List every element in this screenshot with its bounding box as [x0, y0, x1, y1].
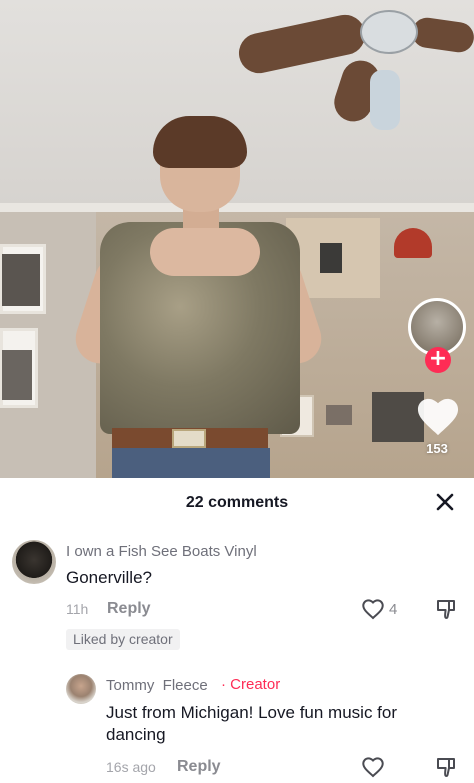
comment-like-count: 4: [389, 601, 398, 618]
commenter-avatar[interactable]: [12, 540, 56, 584]
belt-buckle: [172, 429, 206, 448]
reply-button[interactable]: Reply: [107, 600, 151, 618]
fan-ornament: [370, 70, 400, 130]
wall-poster: [320, 243, 342, 273]
wall-photo: [2, 350, 32, 400]
plus-icon: +: [428, 346, 448, 371]
close-icon[interactable]: [433, 490, 457, 514]
dislike-icon[interactable]: [435, 756, 457, 778]
creator-reply-avatar[interactable]: [66, 674, 96, 704]
comment-username[interactable]: I own a Fish See Boats Vinyl: [66, 543, 257, 560]
liked-by-creator-badge: Liked by creator: [66, 629, 180, 650]
creator-separator: ·: [221, 676, 226, 693]
video-player[interactable]: + 153: [0, 0, 474, 478]
like-count: 153: [426, 441, 448, 456]
comments-title: 22 comments: [185, 494, 289, 511]
beanie-decor: [394, 228, 432, 258]
reply-timestamp: 16s ago: [106, 759, 156, 775]
heart-icon[interactable]: [361, 756, 385, 778]
reply-username[interactable]: Tommy Fleece: [106, 677, 208, 694]
comment-text: Gonerville?: [66, 568, 152, 587]
person-hair: [153, 116, 247, 168]
wall-picture: [326, 405, 352, 425]
like-heart-icon[interactable]: [415, 395, 461, 437]
heart-icon[interactable]: [361, 598, 385, 620]
wall-photo: [2, 254, 40, 306]
creator-label: · Creator: [221, 676, 280, 693]
comment-timestamp: 11h: [66, 601, 89, 617]
fan-hub: [360, 10, 418, 54]
follow-button[interactable]: +: [425, 347, 451, 373]
heart-hands: [150, 228, 260, 276]
jeans: [112, 448, 270, 478]
creator-tag-text: Creator: [230, 676, 281, 693]
reply-button[interactable]: Reply: [177, 758, 221, 776]
dislike-icon[interactable]: [435, 598, 457, 620]
reply-text: Just from Michigan! Love fun music for d…: [106, 703, 398, 744]
